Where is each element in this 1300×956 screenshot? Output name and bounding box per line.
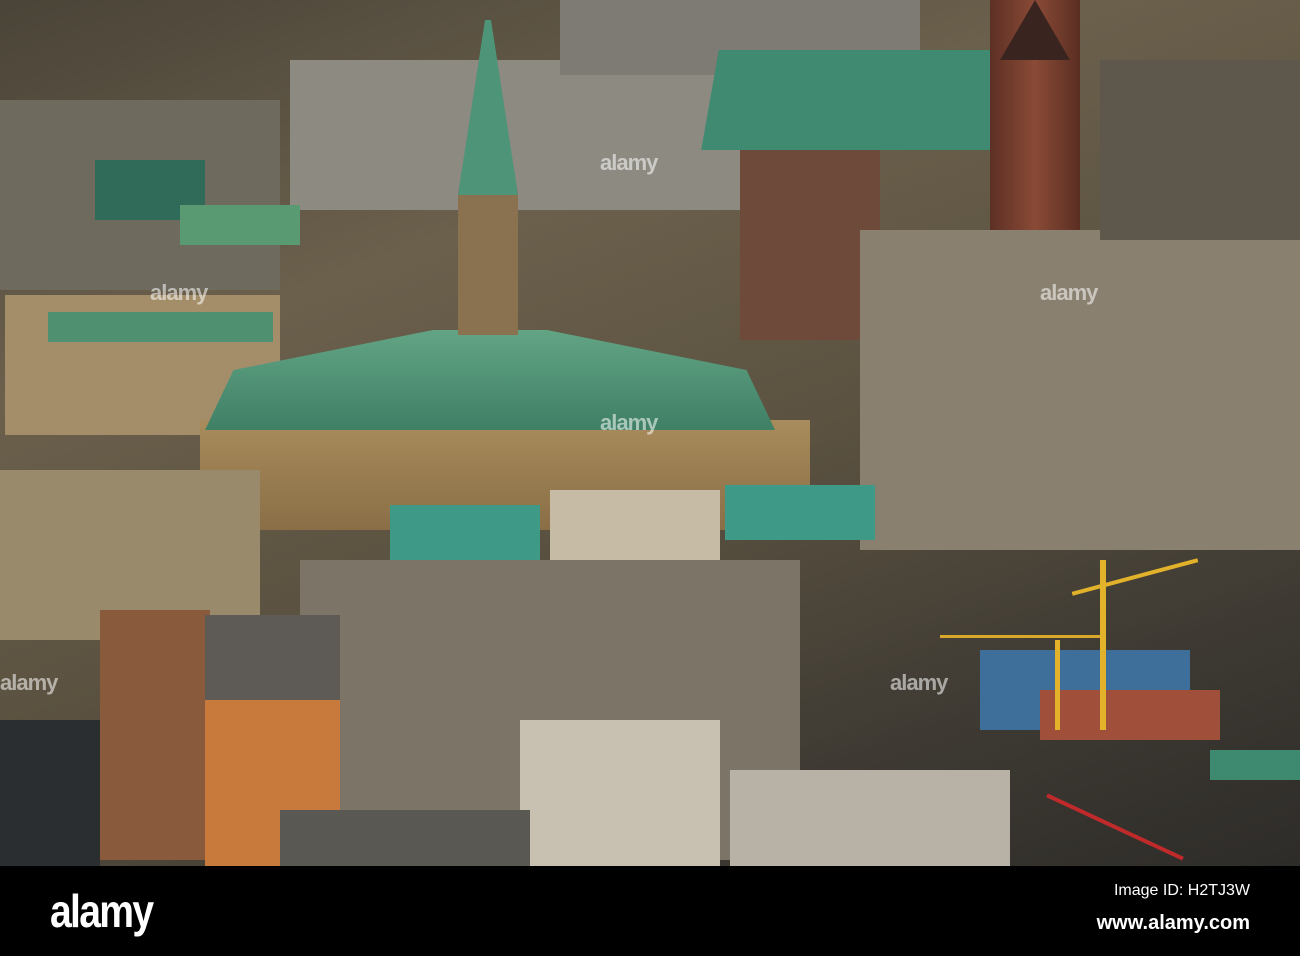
website-link: www.alamy.com — [1096, 912, 1250, 934]
crane-mast — [1055, 640, 1060, 730]
green-roof — [180, 205, 300, 245]
town-hall-roof — [205, 330, 775, 430]
building-roof — [205, 615, 340, 700]
church-spire — [1000, 0, 1070, 60]
canal — [0, 720, 100, 866]
construction-pit — [1040, 690, 1220, 740]
red-crane-jib — [1046, 793, 1184, 861]
building-block — [280, 810, 530, 866]
alamy-logo: alamy — [50, 885, 154, 937]
watermark: alamy — [1040, 280, 1098, 305]
image-id: Image ID: H2TJ3W — [1113, 882, 1250, 899]
aerial-photo: alamy alamy alamy alamy alamy alamy — [0, 0, 1300, 866]
watermark: alamy — [600, 150, 658, 175]
building-block — [100, 610, 210, 860]
green-roof — [390, 505, 540, 560]
watermark: alamy — [600, 410, 658, 435]
green-roof — [725, 485, 875, 540]
town-hall-tower — [458, 190, 518, 335]
building-block — [730, 770, 1010, 866]
building-block — [1100, 60, 1300, 240]
building-block — [520, 720, 720, 866]
crane-jib — [940, 635, 1100, 638]
green-roof — [701, 50, 1009, 150]
watermark: alamy — [0, 670, 58, 695]
crane-jib — [1071, 558, 1199, 596]
footer-bar: alamy Image ID: H2TJ3W www.alamy.com — [0, 866, 1300, 956]
watermark: alamy — [150, 280, 208, 305]
watermark: alamy — [890, 670, 948, 695]
green-roof — [1210, 750, 1300, 780]
building-block — [860, 230, 1300, 550]
building-block — [740, 150, 880, 340]
green-roof — [48, 312, 273, 342]
